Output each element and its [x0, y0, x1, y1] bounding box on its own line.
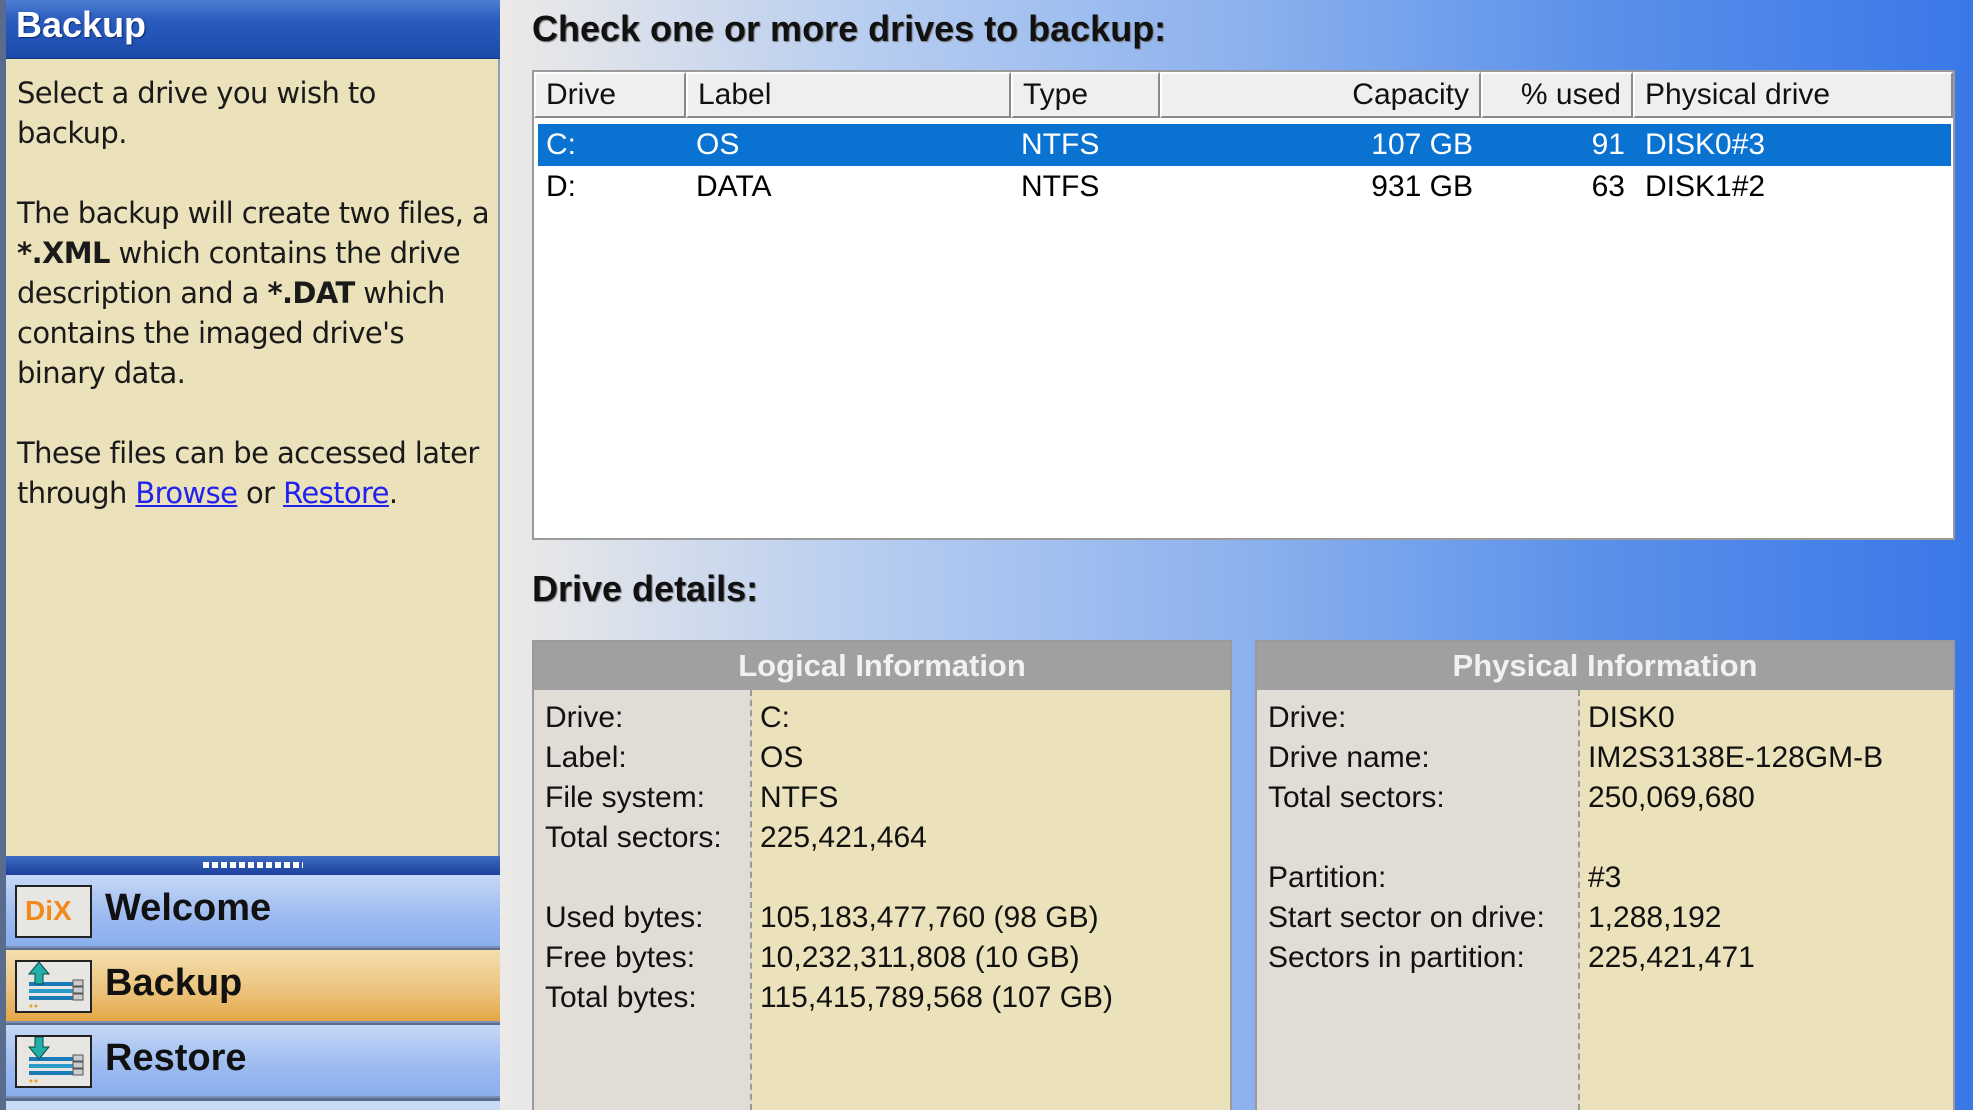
- field-label: Used bytes:: [545, 901, 704, 934]
- logical-info-panel: Logical Information Drive: C: Label: OS …: [532, 640, 1232, 1110]
- field-value: #3: [1588, 861, 1622, 894]
- cell-label: DATA: [696, 170, 772, 203]
- field-label: Start sector on drive:: [1268, 901, 1545, 934]
- field-label: Total sectors:: [545, 821, 722, 854]
- nav-item-backup[interactable]: Backup: [6, 950, 500, 1023]
- field-label: Label:: [545, 741, 627, 774]
- field-value: OS: [760, 741, 804, 774]
- table-header: Drive Label Type Capacity % used Physica…: [534, 72, 1953, 120]
- dix-logo-text: DiX: [25, 895, 72, 926]
- field-label: Partition:: [1268, 861, 1387, 894]
- cell-used: 63: [1591, 170, 1625, 203]
- sidebar-title: Backup: [16, 4, 147, 45]
- backup-drive-icon: [15, 960, 92, 1013]
- field-label: Drive:: [1268, 701, 1347, 734]
- nav-item-restore[interactable]: Restore: [6, 1025, 500, 1098]
- column-header-drive[interactable]: Drive: [534, 72, 686, 118]
- cell-capacity: 107 GB: [1371, 128, 1473, 161]
- help-paragraph-1: Select a drive you wish to backup.: [17, 73, 492, 153]
- restore-drive-icon: [15, 1035, 92, 1088]
- sidebar-header: Backup: [6, 0, 500, 59]
- cell-capacity: 931 GB: [1371, 170, 1473, 203]
- cell-physical: DISK0#3: [1645, 128, 1766, 161]
- physical-info-panel: Physical Information Drive: DISK0 Drive …: [1255, 640, 1955, 1110]
- field-value: 115,415,789,568 (107 GB): [760, 981, 1114, 1014]
- field-value: DISK0: [1588, 701, 1675, 734]
- column-header-physical-drive[interactable]: Physical drive: [1633, 72, 1953, 118]
- column-header-used[interactable]: % used: [1481, 72, 1633, 118]
- field-label: Drive name:: [1268, 741, 1430, 774]
- field-value: 105,183,477,760 (98 GB): [760, 901, 1099, 934]
- cell-drive: C:: [546, 128, 576, 161]
- cell-label: OS: [696, 128, 740, 161]
- xml-extension: *.XML: [17, 236, 110, 270]
- column-header-capacity[interactable]: Capacity: [1160, 72, 1481, 118]
- drive-table-title: Check one or more drives to backup:: [532, 8, 1167, 49]
- field-value: 225,421,471: [1588, 941, 1755, 974]
- nav-item-label: Welcome: [105, 887, 272, 929]
- nav-item-label: Backup: [105, 962, 243, 1004]
- table-row[interactable]: D: DATA NTFS 931 GB 63 DISK1#2: [538, 166, 1951, 208]
- field-value: 1,288,192: [1588, 901, 1722, 934]
- column-header-label[interactable]: Label: [686, 72, 1011, 118]
- field-value: NTFS: [760, 781, 839, 814]
- cell-drive: D:: [546, 170, 576, 203]
- cell-used: 91: [1591, 128, 1625, 161]
- cell-type: NTFS: [1021, 170, 1100, 203]
- field-label: Drive:: [545, 701, 624, 734]
- field-label: Free bytes:: [545, 941, 696, 974]
- nav-item-welcome[interactable]: DiX Welcome: [6, 875, 500, 948]
- restore-link[interactable]: Restore: [283, 476, 389, 510]
- help-text: Select a drive you wish to backup.: [17, 76, 376, 150]
- dix-logo-icon: DiX: [15, 885, 92, 938]
- field-value: C:: [760, 701, 790, 734]
- field-value: 10,232,311,808 (10 GB): [760, 941, 1080, 974]
- field-value: 250,069,680: [1588, 781, 1755, 814]
- help-panel: Select a drive you wish to backup. The b…: [6, 59, 500, 856]
- nav-item-next[interactable]: [6, 1101, 500, 1110]
- field-value: IM2S3138E-128GM-B: [1588, 741, 1884, 774]
- help-paragraph-2: The backup will create two files, a *.XM…: [17, 193, 492, 393]
- help-paragraph-3: These files can be accessed later throug…: [17, 433, 492, 513]
- nav-item-label: Restore: [105, 1037, 247, 1079]
- logical-info-header: Logical Information: [534, 642, 1230, 690]
- sidebar-splitter[interactable]: [6, 856, 500, 875]
- help-text: .: [388, 476, 398, 510]
- cell-physical: DISK1#2: [1645, 170, 1766, 203]
- column-header-type[interactable]: Type: [1011, 72, 1160, 118]
- grip-dots-icon: [203, 862, 303, 868]
- field-label: Total sectors:: [1268, 781, 1445, 814]
- field-label: Sectors in partition:: [1268, 941, 1525, 974]
- drive-table[interactable]: Drive Label Type Capacity % used Physica…: [532, 70, 1955, 540]
- field-value: 225,421,464: [760, 821, 927, 854]
- dat-extension: *.DAT: [267, 276, 355, 310]
- table-row[interactable]: C: OS NTFS 107 GB 91 DISK0#3: [538, 124, 1951, 166]
- field-label: Total bytes:: [545, 981, 697, 1014]
- browse-link[interactable]: Browse: [135, 476, 238, 510]
- physical-info-header: Physical Information: [1257, 642, 1953, 690]
- sidebar: Backup Select a drive you wish to backup…: [0, 0, 500, 1110]
- drive-details-title: Drive details:: [532, 568, 759, 609]
- help-text: The backup will create two files, a: [17, 196, 490, 230]
- cell-type: NTFS: [1021, 128, 1100, 161]
- field-label: File system:: [545, 781, 706, 814]
- help-text: or: [237, 476, 284, 510]
